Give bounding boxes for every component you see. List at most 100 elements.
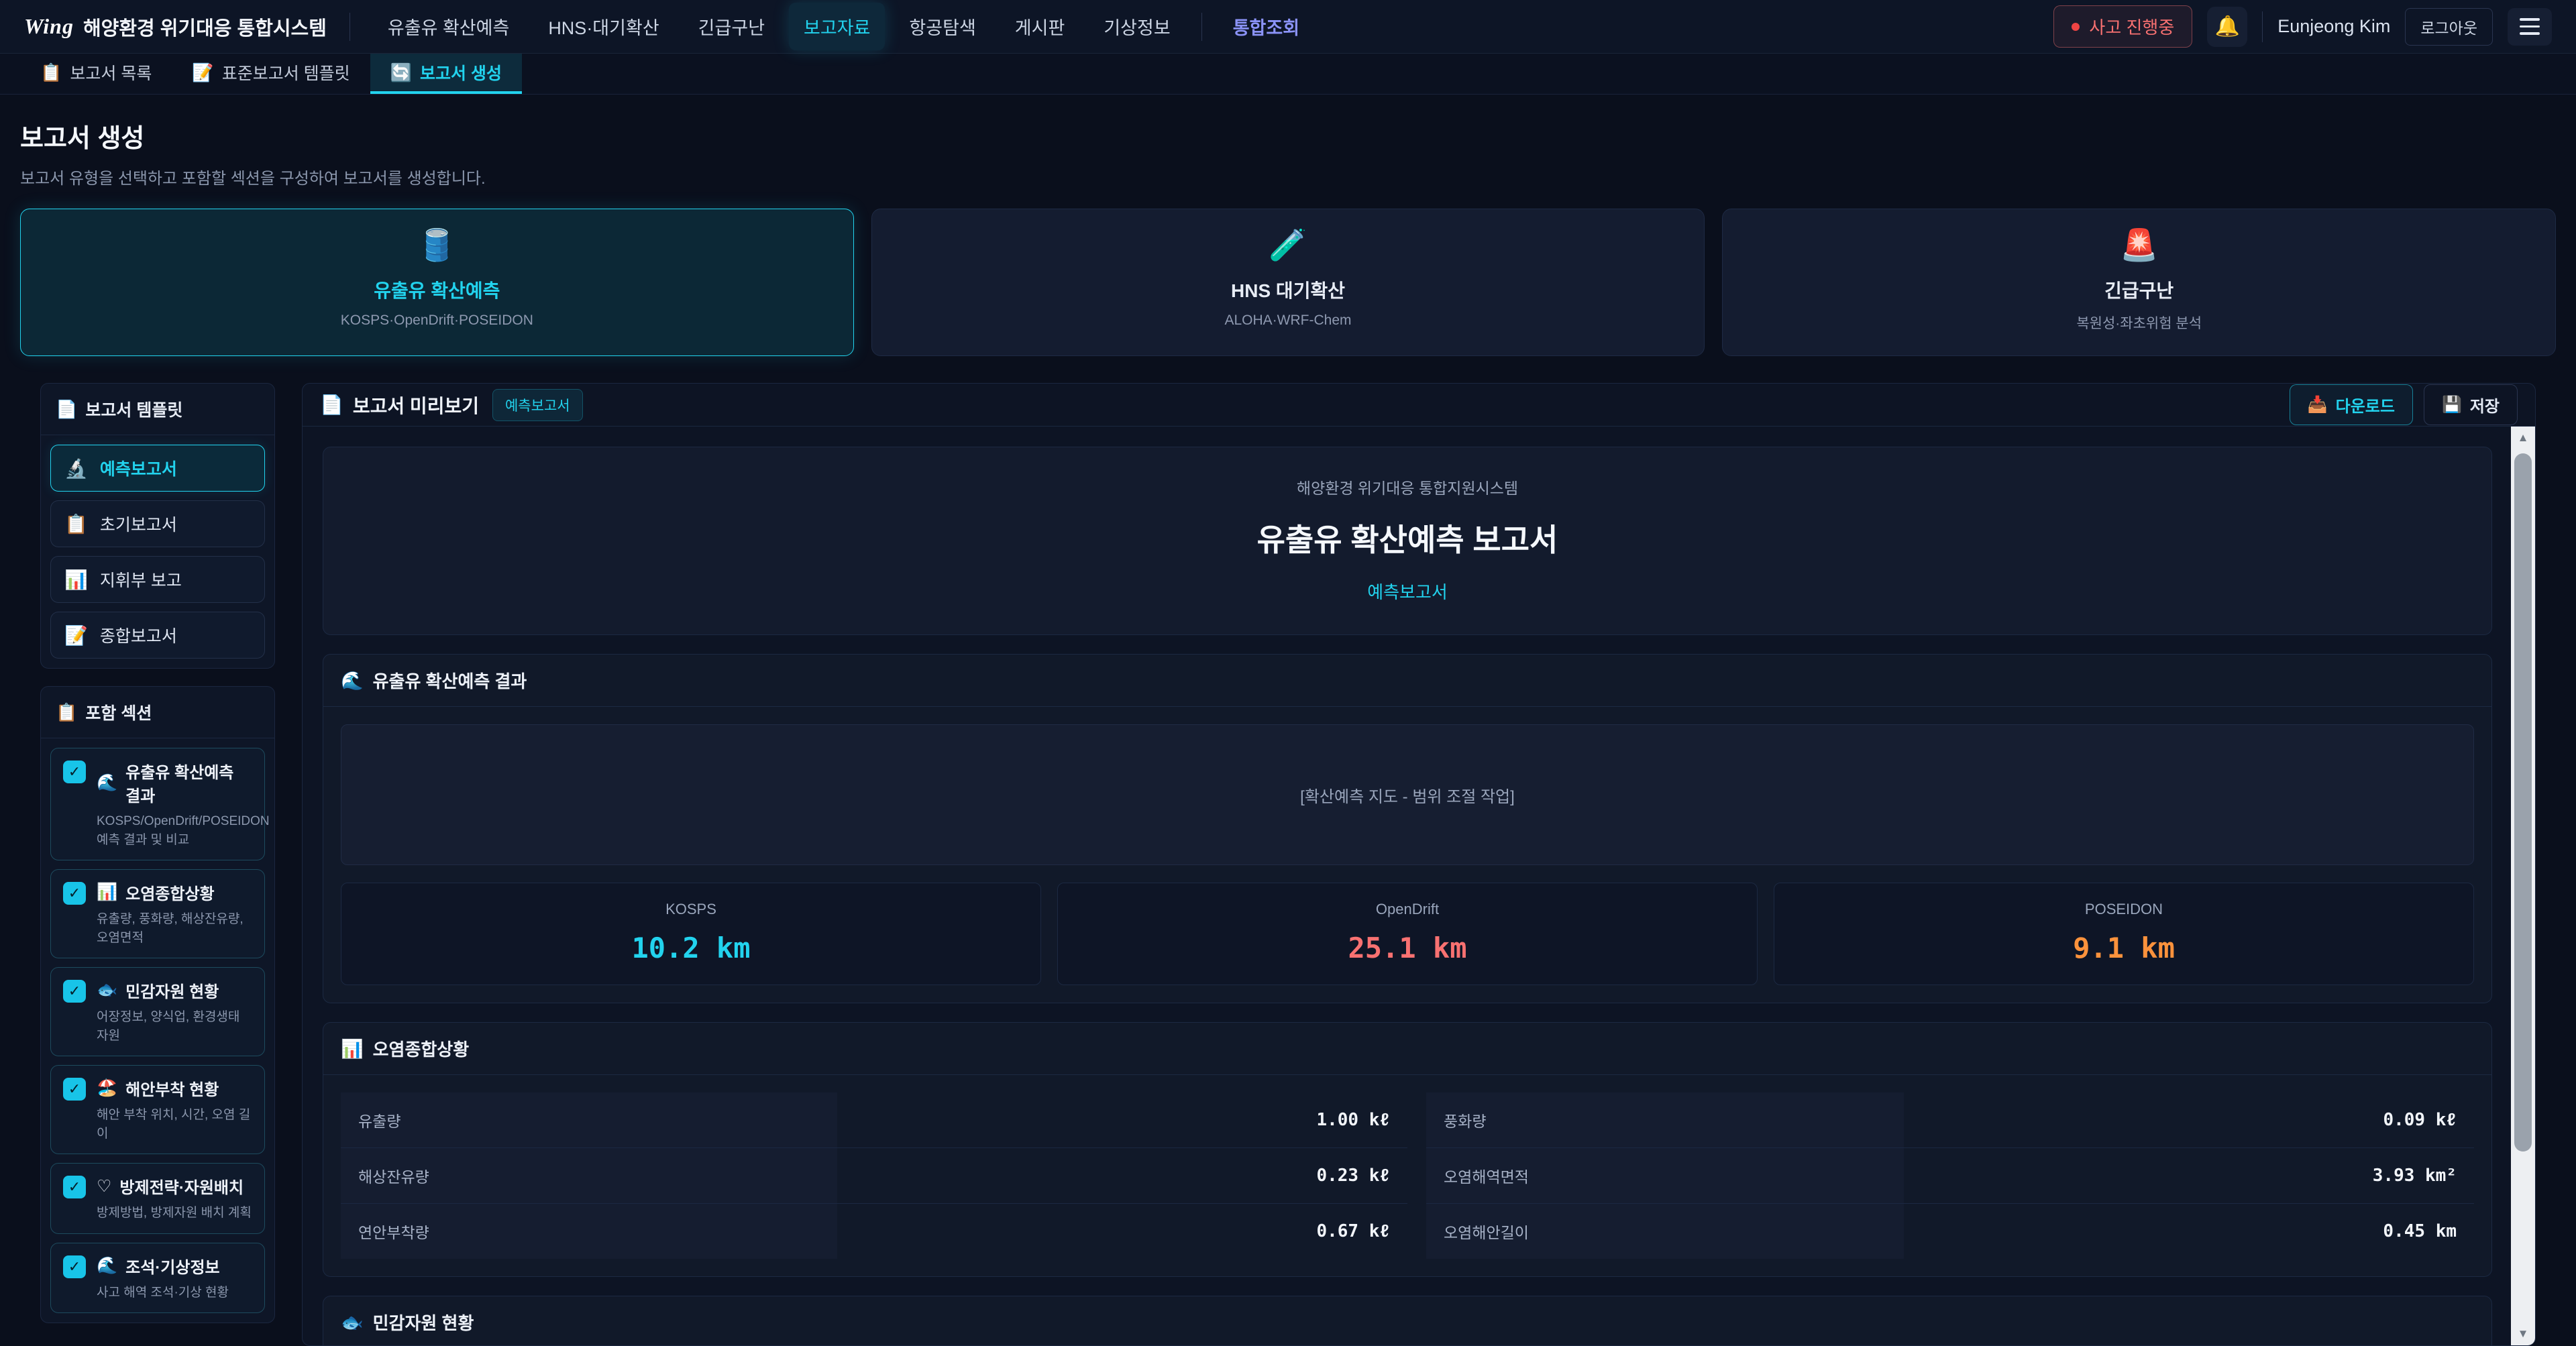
shield-heart-icon: ♡ bbox=[97, 1176, 111, 1196]
bar-chart-icon: 📊 bbox=[341, 1038, 364, 1060]
metric-label: OpenDrift bbox=[1065, 901, 1750, 918]
template-item-forecast-report[interactable]: 🔬 예측보고서 bbox=[50, 445, 265, 492]
user-name: Eunjeong Kim bbox=[2277, 16, 2390, 37]
incident-status-badge[interactable]: 사고 진행중 bbox=[2053, 5, 2192, 48]
notifications-button[interactable]: 🔔 bbox=[2207, 7, 2247, 47]
section-item-tide-weather[interactable]: ✓ 🌊 조석·기상정보 사고 해역 조석·기상 현황 bbox=[50, 1243, 265, 1314]
report-type-card-oil-spread[interactable]: 🛢️ 유출유 확산예측 KOSPS·OpenDrift·POSEIDON bbox=[20, 209, 854, 356]
left-sidebar: 📄 보고서 템플릿 🔬 예측보고서 📋 초기보고서 📊 지휘부 보고 bbox=[40, 383, 275, 1341]
nav-item-hns[interactable]: HNS·대기확산 bbox=[533, 3, 674, 50]
nav-item-weather[interactable]: 기상정보 bbox=[1089, 3, 1185, 50]
scroll-up-arrow-icon[interactable]: ▲ bbox=[2511, 427, 2535, 449]
checkbox-checked[interactable]: ✓ bbox=[63, 980, 86, 1003]
report-type-card-rescue[interactable]: 🚨 긴급구난 복원성·좌초위험 분석 bbox=[1722, 209, 2556, 356]
download-label: 다운로드 bbox=[2336, 393, 2395, 416]
metric-value: 9.1 km bbox=[1781, 932, 2467, 964]
report-type-title: 유출유 확산예측 bbox=[28, 276, 847, 303]
section-desc: 사고 해역 조석·기상 현황 bbox=[97, 1284, 252, 1302]
pollution-table: 유출량 1.00 kℓ 풍화량 0.09 kℓ 해상잔유량 0.23 kℓ 오염… bbox=[341, 1092, 2474, 1259]
preview-body: 해양환경 위기대응 통합지원시스템 유출유 확산예측 보고서 예측보고서 🌊 유… bbox=[303, 427, 2535, 1346]
top-navigation-bar: Wing 해양환경 위기대응 통합시스템 유출유 확산예측 HNS·대기확산 긴… bbox=[0, 0, 2576, 54]
memo-icon: 📝 bbox=[192, 62, 213, 83]
section-desc: 유출량, 풍화량, 해상잔유량, 오염면적 bbox=[97, 910, 252, 947]
template-label: 예측보고서 bbox=[100, 456, 177, 480]
microscope-icon: 🔬 bbox=[64, 457, 88, 480]
nav-item-oil-spread[interactable]: 유출유 확산예측 bbox=[373, 3, 524, 50]
incident-dot-icon bbox=[2072, 23, 2080, 31]
checkbox-checked[interactable]: ✓ bbox=[63, 1078, 86, 1101]
brand: Wing 해양환경 위기대응 통합시스템 bbox=[24, 13, 327, 41]
section-desc: 해안 부착 위치, 시간, 오염 길이 bbox=[97, 1106, 252, 1143]
tab-label: 보고서 목록 bbox=[70, 60, 152, 85]
pollution-row-value: 0.09 kℓ bbox=[1904, 1092, 2474, 1148]
oil-drum-icon: 🛢️ bbox=[28, 229, 847, 260]
beach-icon: 🏖️ bbox=[97, 1078, 117, 1098]
memo-icon: 📝 bbox=[64, 624, 88, 647]
report-type-subtitle: ALOHA·WRF-Chem bbox=[879, 313, 1698, 329]
map-placeholder-text: [확산예측 지도 - 범위 조절 작업] bbox=[1300, 783, 1515, 807]
spread-metrics-row: KOSPS 10.2 km OpenDrift 25.1 km POSEIDON… bbox=[341, 883, 2474, 985]
wave-icon: 🌊 bbox=[341, 670, 364, 691]
metric-value: 25.1 km bbox=[1065, 932, 1750, 964]
included-sections-header: 📋 포함 섹션 bbox=[41, 687, 274, 738]
nav-item-integrated-search[interactable]: 통합조회 bbox=[1218, 3, 1314, 50]
logout-button[interactable]: 로그아웃 bbox=[2405, 8, 2493, 46]
metric-label: POSEIDON bbox=[1781, 901, 2467, 918]
bar-chart-icon: 📊 bbox=[97, 883, 117, 902]
sensitive-section-title: 민감자원 현황 bbox=[373, 1310, 474, 1335]
section-item-sensitive-resources[interactable]: ✓ 🐟 민감자원 현황 어장정보, 양식업, 환경생태 자원 bbox=[50, 967, 265, 1056]
tab-report-list[interactable]: 📋 보고서 목록 bbox=[20, 54, 172, 94]
section-item-response-strategy[interactable]: ✓ ♡ 방제전략·자원배치 방제방법, 방제자원 배치 계획 bbox=[50, 1163, 265, 1234]
spread-section-title: 유출유 확산예측 결과 bbox=[373, 668, 527, 693]
checkbox-checked[interactable]: ✓ bbox=[63, 882, 86, 905]
pollution-row-value: 0.67 kℓ bbox=[837, 1204, 1407, 1259]
download-button[interactable]: 📥 다운로드 bbox=[2290, 384, 2413, 425]
section-item-shore-attachment[interactable]: ✓ 🏖️ 해안부착 현황 해안 부착 위치, 시간, 오염 길이 bbox=[50, 1065, 265, 1154]
metric-opendrift: OpenDrift 25.1 km bbox=[1057, 883, 1758, 985]
report-tabbar: 📋 보고서 목록 📝 표준보고서 템플릿 🔄 보고서 생성 bbox=[0, 54, 2576, 95]
app-title: 해양환경 위기대응 통합시스템 bbox=[83, 13, 327, 41]
preview-scrollbar[interactable]: ▲ ▼ bbox=[2511, 427, 2535, 1345]
pollution-row-label: 오염해역면적 bbox=[1426, 1148, 1904, 1204]
template-item-comprehensive-report[interactable]: 📝 종합보고서 bbox=[50, 612, 265, 659]
metric-value: 10.2 km bbox=[348, 932, 1034, 964]
wave-icon: 🌊 bbox=[97, 1256, 117, 1276]
preview-title: 보고서 미리보기 bbox=[353, 392, 479, 418]
pollution-row-label: 풍화량 bbox=[1426, 1092, 1904, 1148]
pollution-status-section: 📊 오염종합상황 유출량 1.00 kℓ 풍화량 0.09 kℓ 해상잔유량 0… bbox=[323, 1022, 2492, 1277]
app-logo: Wing bbox=[24, 14, 74, 39]
checkbox-checked[interactable]: ✓ bbox=[63, 761, 86, 783]
metric-poseidon: POSEIDON 9.1 km bbox=[1774, 883, 2474, 985]
checkbox-checked[interactable]: ✓ bbox=[63, 1255, 86, 1278]
nav-item-board[interactable]: 게시판 bbox=[1000, 3, 1080, 50]
report-type-card-hns[interactable]: 🧪 HNS 대기확산 ALOHA·WRF-Chem bbox=[871, 209, 1705, 356]
section-label: 해안부착 현황 bbox=[125, 1076, 219, 1100]
bell-icon: 🔔 bbox=[2215, 15, 2240, 38]
template-item-command-report[interactable]: 📊 지휘부 보고 bbox=[50, 556, 265, 603]
save-label: 저장 bbox=[2470, 393, 2500, 416]
scrollbar-thumb[interactable] bbox=[2514, 453, 2532, 1152]
section-item-spread-result[interactable]: ✓ 🌊 유출유 확산예측 결과 KOSPS/OpenDrift/POSEIDON… bbox=[50, 748, 265, 860]
tab-standard-templates[interactable]: 📝 표준보고서 템플릿 bbox=[172, 54, 370, 94]
tab-report-generate[interactable]: 🔄 보고서 생성 bbox=[370, 54, 522, 94]
tab-label: 표준보고서 템플릿 bbox=[222, 60, 350, 85]
hamburger-menu-icon[interactable] bbox=[2508, 8, 2552, 46]
refresh-icon: 🔄 bbox=[390, 62, 412, 83]
section-label: 오염종합상황 bbox=[125, 881, 214, 904]
nav-item-rescue[interactable]: 긴급구난 bbox=[684, 3, 780, 50]
nav-right-controls: 사고 진행중 🔔 Eunjeong Kim 로그아웃 bbox=[2053, 5, 2552, 48]
template-item-initial-report[interactable]: 📋 초기보고서 bbox=[50, 500, 265, 547]
scroll-down-arrow-icon[interactable]: ▼ bbox=[2511, 1323, 2535, 1345]
nav-item-reports[interactable]: 보고자료 bbox=[789, 3, 885, 50]
siren-icon: 🚨 bbox=[1729, 229, 2548, 260]
checkbox-checked[interactable]: ✓ bbox=[63, 1176, 86, 1198]
section-desc: 어장정보, 양식업, 환경생태 자원 bbox=[97, 1008, 252, 1045]
included-sections-panel: 📋 포함 섹션 ✓ 🌊 유출유 확산예측 결과 KOSPS/OpenDrift/… bbox=[40, 686, 275, 1323]
template-label: 종합보고서 bbox=[100, 623, 177, 647]
test-tube-icon: 🧪 bbox=[879, 229, 1698, 260]
nav-item-aerial-search[interactable]: 항공탐색 bbox=[894, 3, 990, 50]
templates-header-label: 보고서 템플릿 bbox=[85, 397, 182, 421]
page-title: 보고서 생성 bbox=[20, 117, 2556, 154]
save-button[interactable]: 💾 저장 bbox=[2424, 384, 2518, 425]
section-item-pollution-status[interactable]: ✓ 📊 오염종합상황 유출량, 풍화량, 해상잔유량, 오염면적 bbox=[50, 869, 265, 958]
